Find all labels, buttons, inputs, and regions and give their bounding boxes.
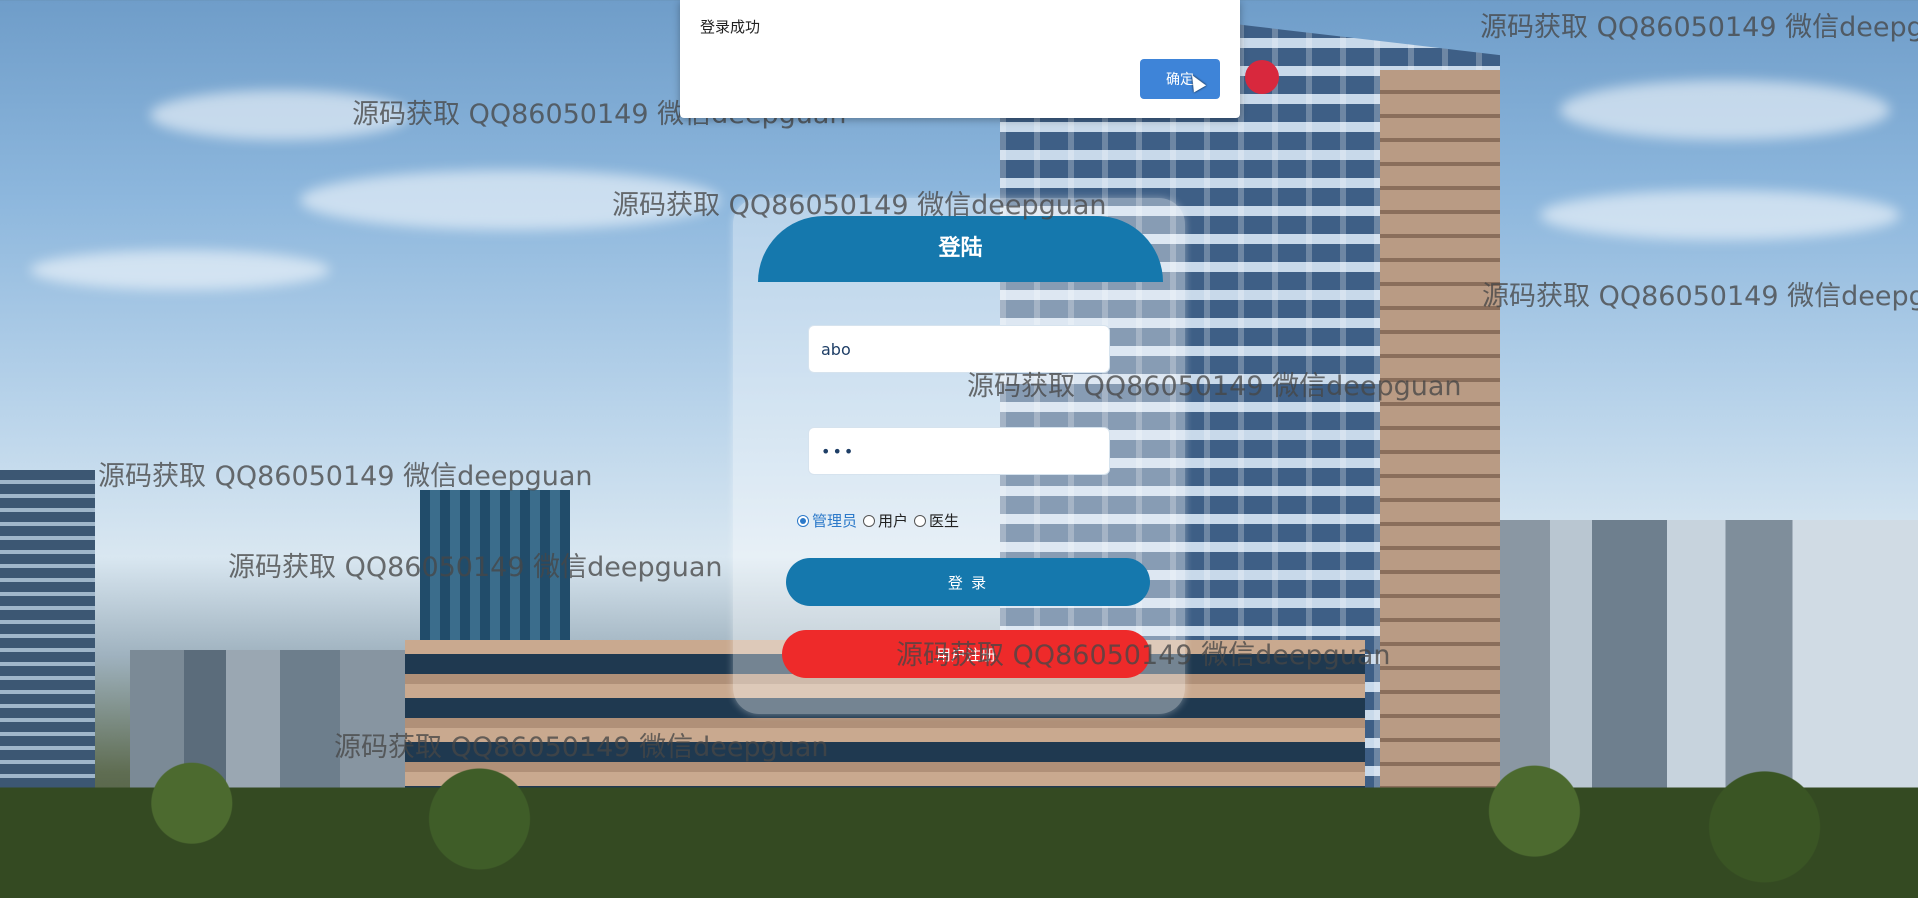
role-user[interactable]: 用户 <box>863 510 908 531</box>
username-input[interactable] <box>808 325 1110 373</box>
dialog-message: 登录成功 <box>700 18 761 36</box>
cloud <box>30 250 330 290</box>
role-user-label: 用户 <box>878 512 909 530</box>
role-doctor-label: 医生 <box>929 512 960 530</box>
login-button[interactable]: 登 录 <box>786 558 1150 606</box>
hospital-cross-logo <box>1245 60 1279 94</box>
trees <box>0 740 1918 898</box>
password-input[interactable] <box>808 427 1110 475</box>
dialog-ok-button[interactable]: 确定 <box>1140 59 1220 99</box>
role-doctor[interactable]: 医生 <box>914 510 959 531</box>
role-admin-label: 管理员 <box>812 512 858 530</box>
role-radio-group: 管理员 用户 医生 <box>797 510 959 531</box>
alert-dialog: 登录成功 确定 <box>680 0 1240 118</box>
register-button[interactable]: 用户注册 <box>782 630 1150 678</box>
radio-icon[interactable] <box>863 514 876 527</box>
role-admin[interactable]: 管理员 <box>797 510 857 531</box>
cloud <box>300 170 720 230</box>
cloud <box>150 90 410 140</box>
cloud <box>1560 80 1890 140</box>
radio-icon[interactable] <box>797 514 809 527</box>
cloud <box>1540 190 1900 240</box>
login-title: 登陆 <box>758 216 1163 282</box>
radio-icon[interactable] <box>914 514 927 527</box>
